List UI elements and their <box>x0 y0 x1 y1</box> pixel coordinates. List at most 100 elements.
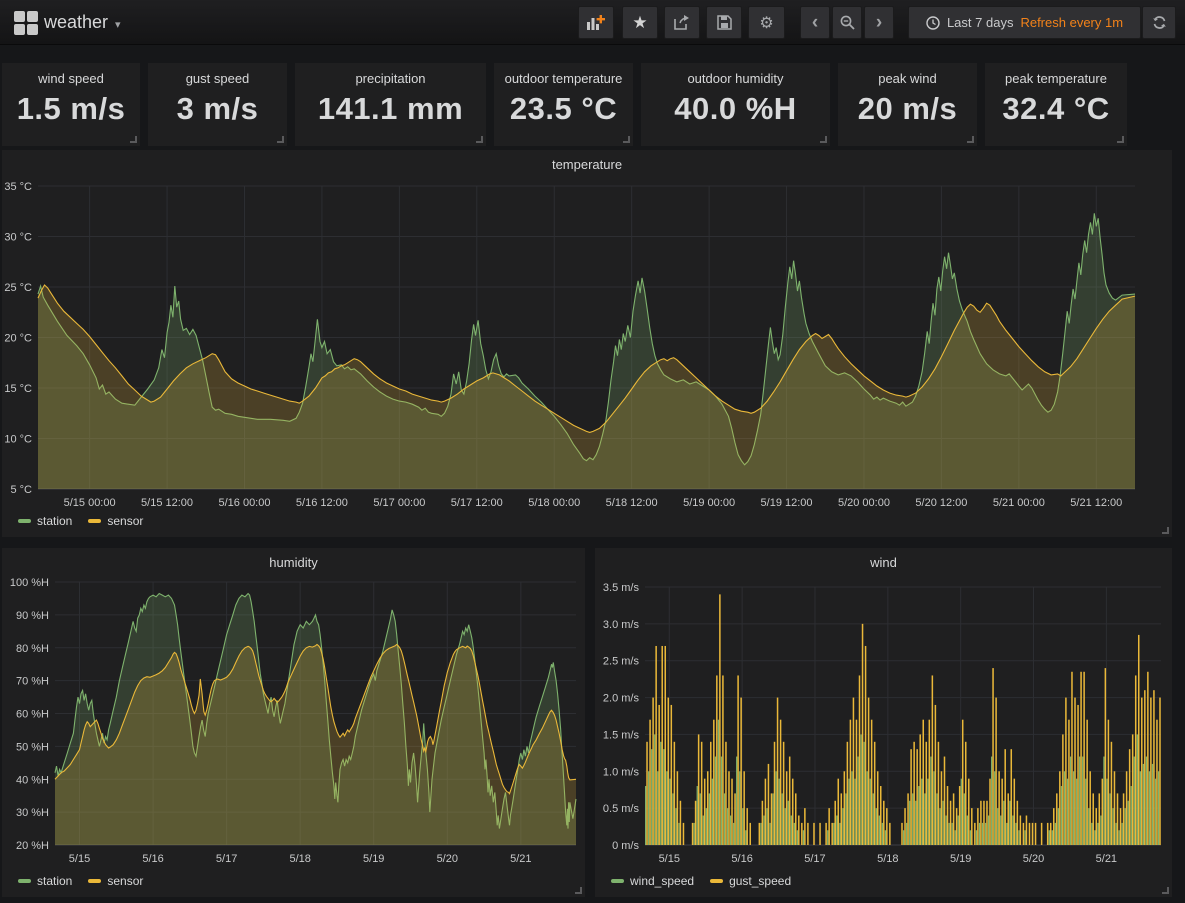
svg-text:35 °C: 35 °C <box>4 181 32 193</box>
svg-text:25 °C: 25 °C <box>4 282 32 294</box>
svg-text:5/20: 5/20 <box>437 853 458 865</box>
svg-text:40 %H: 40 %H <box>16 774 49 786</box>
svg-text:5/15 00:00: 5/15 00:00 <box>64 497 116 509</box>
resize-handle[interactable] <box>967 136 974 143</box>
stat-panel-outdoor-humidity[interactable]: outdoor humidity 40.0 %H <box>641 63 830 146</box>
legend-item-gust_speed[interactable]: gust_speed <box>710 874 791 888</box>
stat-panel-precipitation[interactable]: precipitation 141.1 mm <box>295 63 486 146</box>
temperature-panel: temperature 35 °C30 °C25 °C20 °C15 °C10 … <box>2 150 1172 537</box>
stat-panel-wind-speed[interactable]: wind speed 1.5 m/s <box>2 63 140 146</box>
stat-value: 3 m/s <box>148 91 287 127</box>
legend-swatch <box>88 879 101 883</box>
legend-swatch <box>88 519 101 523</box>
svg-text:5/19: 5/19 <box>363 853 384 865</box>
svg-text:5/16: 5/16 <box>142 853 163 865</box>
time-back-button[interactable]: ‹ <box>800 6 830 39</box>
gear-icon: ⚙ <box>759 13 773 33</box>
refresh-icon <box>1152 15 1167 30</box>
dashboard-title-dropdown[interactable]: weather ▾ <box>44 0 121 45</box>
svg-text:5/17: 5/17 <box>216 853 237 865</box>
temperature-legend: station sensor <box>18 514 143 528</box>
stat-panel-outdoor-temperature[interactable]: outdoor temperature 23.5 °C <box>494 63 633 146</box>
refresh-interval-label: Refresh every 1m <box>1020 15 1123 30</box>
stat-title: peak temperature <box>985 63 1127 86</box>
legend-label: sensor <box>107 514 143 528</box>
svg-text:5/15: 5/15 <box>659 853 680 865</box>
stat-panel-peak-wind[interactable]: peak wind 20 m/s <box>838 63 977 146</box>
resize-handle[interactable] <box>575 887 582 894</box>
legend-item-wind_speed[interactable]: wind_speed <box>611 874 694 888</box>
legend-item-station[interactable]: station <box>18 874 72 888</box>
humidity-legend: station sensor <box>18 874 143 888</box>
resize-handle[interactable] <box>623 136 630 143</box>
resize-handle[interactable] <box>820 136 827 143</box>
wind-legend: wind_speed gust_speed <box>611 874 791 888</box>
wind-chart-plot[interactable]: 3.5 m/s3.0 m/s2.5 m/s2.0 m/s1.5 m/s1.0 m… <box>595 548 1172 897</box>
stat-value: 20 m/s <box>838 91 977 127</box>
svg-text:30 %H: 30 %H <box>16 807 49 819</box>
svg-text:30 °C: 30 °C <box>4 232 32 244</box>
chevron-left-icon: ‹ <box>812 13 818 32</box>
add-panel-button[interactable] <box>578 6 614 39</box>
svg-text:1.5 m/s: 1.5 m/s <box>603 729 640 741</box>
time-picker-button[interactable]: Last 7 days Refresh every 1m <box>908 6 1141 39</box>
svg-text:100 %H: 100 %H <box>10 577 49 589</box>
refresh-dashboard-button[interactable] <box>1142 6 1176 39</box>
svg-text:10 °C: 10 °C <box>4 434 32 446</box>
svg-text:5/18: 5/18 <box>289 853 310 865</box>
star-button[interactable]: ★ <box>622 6 658 39</box>
svg-text:80 %H: 80 %H <box>16 643 49 655</box>
star-icon: ★ <box>632 13 647 33</box>
time-forward-button[interactable]: › <box>864 6 894 39</box>
resize-handle[interactable] <box>1162 887 1169 894</box>
humidity-chart-plot[interactable]: 100 %H90 %H80 %H70 %H60 %H50 %H40 %H30 %… <box>2 548 585 897</box>
svg-text:5/16: 5/16 <box>731 853 752 865</box>
svg-text:5 °C: 5 °C <box>10 484 32 496</box>
resize-handle[interactable] <box>277 136 284 143</box>
svg-text:0 m/s: 0 m/s <box>612 840 639 852</box>
stat-value: 23.5 °C <box>494 91 633 127</box>
wind-panel: wind 3.5 m/s3.0 m/s2.5 m/s2.0 m/s1.5 m/s… <box>595 548 1172 897</box>
legend-label: sensor <box>107 874 143 888</box>
svg-text:50 %H: 50 %H <box>16 741 49 753</box>
stat-title: precipitation <box>295 63 486 86</box>
svg-text:5/15 12:00: 5/15 12:00 <box>141 497 193 509</box>
svg-text:5/16 12:00: 5/16 12:00 <box>296 497 348 509</box>
grafana-logo-icon[interactable] <box>14 11 38 35</box>
share-icon <box>674 15 690 30</box>
svg-text:60 %H: 60 %H <box>16 709 49 721</box>
zoom-out-button[interactable] <box>832 6 862 39</box>
zoom-out-icon <box>840 15 855 30</box>
share-button[interactable] <box>664 6 700 39</box>
svg-text:5/21 00:00: 5/21 00:00 <box>993 497 1045 509</box>
chevron-right-icon: › <box>876 13 882 32</box>
svg-text:5/17 12:00: 5/17 12:00 <box>451 497 503 509</box>
legend-item-station[interactable]: station <box>18 514 72 528</box>
temperature-chart-plot[interactable]: 35 °C30 °C25 °C20 °C15 °C10 °C5 °C5/15 0… <box>2 150 1172 537</box>
legend-swatch <box>611 879 624 883</box>
svg-text:20 %H: 20 %H <box>16 840 49 852</box>
stat-panel-gust-speed[interactable]: gust speed 3 m/s <box>148 63 287 146</box>
svg-text:2.0 m/s: 2.0 m/s <box>603 693 640 705</box>
legend-label: wind_speed <box>630 874 694 888</box>
navbar: weather ▾ ★ ⚙ ‹ › <box>0 0 1185 45</box>
save-button[interactable] <box>706 6 742 39</box>
stat-title: peak wind <box>838 63 977 86</box>
svg-text:90 %H: 90 %H <box>16 610 49 622</box>
resize-handle[interactable] <box>1162 527 1169 534</box>
resize-handle[interactable] <box>476 136 483 143</box>
resize-handle[interactable] <box>1117 136 1124 143</box>
stat-title: outdoor humidity <box>641 63 830 86</box>
resize-handle[interactable] <box>130 136 137 143</box>
settings-button[interactable]: ⚙ <box>748 6 785 39</box>
svg-text:5/20: 5/20 <box>1023 853 1044 865</box>
legend-item-sensor[interactable]: sensor <box>88 514 143 528</box>
caret-down-icon: ▾ <box>115 18 121 31</box>
svg-text:5/20 12:00: 5/20 12:00 <box>915 497 967 509</box>
svg-text:5/17: 5/17 <box>804 853 825 865</box>
stat-panel-peak-temperature[interactable]: peak temperature 32.4 °C <box>985 63 1127 146</box>
legend-item-sensor[interactable]: sensor <box>88 874 143 888</box>
legend-label: station <box>37 514 72 528</box>
svg-text:5/16 00:00: 5/16 00:00 <box>218 497 270 509</box>
legend-swatch <box>18 879 31 883</box>
